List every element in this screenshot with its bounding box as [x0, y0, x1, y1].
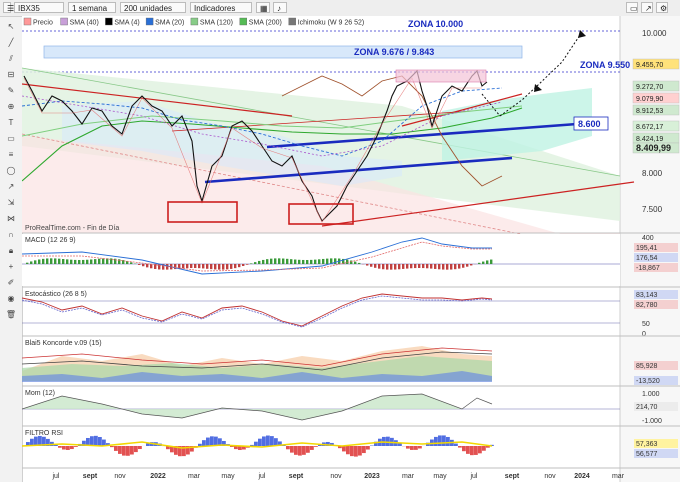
price-side-label: 8.409,99 — [636, 143, 671, 153]
brush-icon[interactable]: ✎ — [4, 85, 18, 97]
time-axis: jul sept nov 2022 mar may jul sept nov 2023 mar may… — [51, 473, 624, 480]
x-tick-label: sept — [83, 473, 98, 480]
zona-9550-label: ZONA 9.550 — [580, 60, 630, 70]
macd-tick: 400 — [642, 235, 654, 242]
x-tick-label: may — [221, 473, 235, 480]
share-icon[interactable]: ↗ — [641, 2, 653, 13]
macd-tick: 195,41 — [636, 245, 658, 252]
macd-tick: -18,867 — [636, 265, 660, 272]
bell-icon[interactable]: ♪ — [273, 2, 287, 13]
price-tick: 7.500 — [642, 205, 663, 214]
units-select[interactable]: 200 unidades — [120, 2, 186, 13]
fibonacci-icon[interactable]: ≡ — [4, 149, 18, 161]
x-tick-label: 2024 — [574, 473, 590, 480]
zona-9676-label: ZONA 9.676 / 9.843 — [354, 47, 434, 57]
crosshair-icon[interactable]: + — [4, 261, 18, 273]
price-tick: 10.000 — [642, 29, 667, 38]
macd-title: MACD (12 26 9) — [25, 237, 76, 244]
legend-item: SMA (20) — [155, 20, 184, 27]
price-side-label: 9.272,70 — [636, 84, 663, 91]
stoch-tick: 83,143 — [636, 292, 658, 299]
indicators-button[interactable]: Indicadores — [190, 2, 252, 13]
menu-icon[interactable]: ☰ — [3, 2, 14, 13]
rectangle-icon[interactable]: ▭ — [4, 133, 18, 145]
x-tick-label: mar — [188, 473, 201, 480]
measure-icon[interactable]: ⇲ — [4, 197, 18, 209]
x-tick-label: jul — [51, 473, 59, 480]
rsi-title: FILTRO RSI — [25, 430, 63, 437]
ticker-select[interactable]: IBX35 — [14, 2, 64, 13]
zona-10000-label: ZONA 10.000 — [408, 19, 463, 29]
x-tick-label: nov — [330, 473, 342, 480]
koncorde-title: Blai5 Koncorde v.09 (15) — [25, 340, 102, 347]
legend-item: SMA (40) — [70, 20, 99, 27]
settings-icon[interactable]: ⚙ — [656, 2, 668, 13]
legend-item: Ichimoku (W 9 26 52) — [298, 20, 365, 27]
rsi-tick: 56,577 — [636, 451, 658, 458]
timeframe-select[interactable]: 1 semana — [68, 2, 116, 13]
x-tick-label: 2023 — [364, 473, 380, 480]
x-tick-label: 2022 — [150, 473, 166, 480]
mom-tick: 1.000 — [642, 391, 660, 398]
channel-icon[interactable]: ⫽ — [4, 53, 18, 65]
price-side-label: 9.455,70 — [636, 62, 663, 69]
ellipse-icon[interactable]: ◯ — [4, 165, 18, 177]
top-toolbar: ☰ IBX35 1 semana 200 unidades Indicadore… — [0, 0, 680, 17]
x-tick-label: jul — [469, 473, 477, 480]
mom-tick: 214,70 — [636, 404, 658, 411]
x-tick-label: sept — [505, 473, 520, 480]
legend-item: Precio — [33, 20, 53, 27]
koncorde-tick: 85,928 — [636, 363, 658, 370]
trash-icon[interactable]: 🗑︎ — [4, 309, 18, 321]
level-8600-label: 8.600 — [578, 119, 601, 129]
price-chart[interactable]: ZONA 10.000 ZONA 9.676 / 9.843 ZONA 9.55… — [22, 16, 680, 482]
stoch-title: Estocástico (26 8 5) — [25, 291, 87, 298]
stoch-tick: 0 — [642, 331, 646, 338]
x-tick-label: nov — [544, 473, 556, 480]
price-side-label: 8.912,53 — [636, 108, 663, 115]
rsi-tick: 57,363 — [636, 441, 658, 448]
text-icon[interactable]: T — [4, 117, 18, 129]
stoch-tick: 82,780 — [636, 302, 658, 309]
price-tick: 8.000 — [642, 169, 663, 178]
price-side-label: 8.424,19 — [636, 136, 663, 143]
line-icon[interactable]: ╱ — [4, 37, 18, 49]
source-label: ProRealTime.com - Fin de Día — [25, 225, 119, 232]
mom-title: Mom (12) — [25, 390, 55, 397]
x-tick-label: mar — [402, 473, 415, 480]
mom-tick: -1.000 — [642, 418, 662, 425]
x-tick-label: mar — [612, 473, 625, 480]
x-tick-label: nov — [114, 473, 126, 480]
window-icon[interactable]: ▭ — [626, 2, 638, 13]
macd-tick: 176,54 — [636, 255, 658, 262]
cursor-icon[interactable]: ↖ — [4, 21, 18, 33]
koncorde-tick: -13,520 — [636, 378, 660, 385]
eye-icon[interactable]: ◉ — [4, 293, 18, 305]
drawing-toolbar: ↖ ╱ ⫽ ⊟ ✎ ⊕ T ▭ ≡ ◯ ↗ ⇲ ⋈ ∩ 🔒︎ + ✐ ◉ 🗑︎ — [0, 17, 23, 482]
pencil-icon[interactable]: ✐ — [4, 277, 18, 289]
lock-icon[interactable]: 🔒︎ — [4, 245, 18, 257]
legend-item: SMA (200) — [249, 20, 282, 27]
price-side-label: 9.079,90 — [636, 96, 663, 103]
x-tick-label: sept — [289, 473, 304, 480]
stoch-tick: 50 — [642, 321, 650, 328]
calculator-icon[interactable]: ▦ — [256, 2, 270, 13]
zoom-icon[interactable]: ⊕ — [4, 101, 18, 113]
magnet-icon[interactable]: ∩ — [4, 229, 18, 241]
x-tick-label: may — [433, 473, 447, 480]
legend-item: SMA (4) — [114, 20, 139, 27]
price-side-label: 8.672,17 — [636, 124, 663, 131]
x-tick-label: jul — [257, 473, 265, 480]
legend-item: SMA (120) — [200, 20, 233, 27]
ruler-icon[interactable]: ⊟ — [4, 69, 18, 81]
pattern-icon[interactable]: ⋈ — [4, 213, 18, 225]
arrow-icon[interactable]: ↗ — [4, 181, 18, 193]
